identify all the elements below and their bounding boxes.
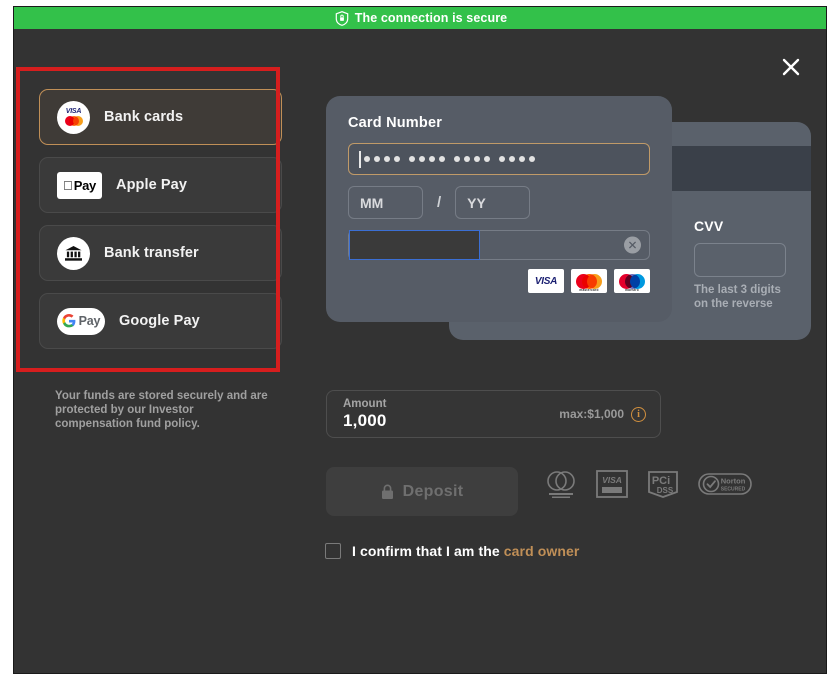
mastercard-securecode-badge: [544, 469, 578, 499]
confirm-checkbox[interactable]: [325, 543, 341, 559]
clear-field-icon[interactable]: [624, 236, 641, 254]
accepted-card-brands: VISA mastercard maestro: [348, 269, 650, 293]
cvv-hint-line1: The last 3 digits: [694, 284, 781, 296]
cvv-input[interactable]: [694, 243, 786, 277]
mastercard-brand-icon: mastercard: [571, 269, 607, 293]
secure-connection-banner: The connection is secure: [14, 7, 826, 29]
svg-text:DSS: DSS: [657, 486, 674, 495]
card-details-form: Card Number MM / YY VISA mastercard maes…: [326, 96, 672, 322]
cvv-hint: The last 3 digits on the reverse: [694, 284, 804, 311]
payment-method-bank-cards[interactable]: VISA Bank cards: [39, 89, 282, 145]
svg-text:Norton: Norton: [721, 477, 746, 486]
lock-icon: [381, 484, 393, 499]
deposit-button-label: Deposit: [402, 482, 464, 500]
payment-methods-list: VISA Bank cards Pay Apple Pay: [39, 89, 282, 361]
funds-security-note: Your funds are stored securely and are p…: [55, 390, 268, 430]
amount-field[interactable]: Amount 1,000 max:$1,000 i: [326, 390, 661, 438]
amount-label: Amount: [343, 397, 387, 410]
confirm-label: I confirm that I am the card owner: [352, 543, 579, 559]
cvv-hint-line2: on the reverse: [694, 297, 773, 310]
apple-pay-icon: Pay: [57, 171, 102, 199]
svg-text:SECURED: SECURED: [721, 487, 746, 493]
payment-method-google-pay[interactable]: Pay Google Pay: [39, 293, 282, 349]
payment-method-label: Apple Pay: [116, 177, 188, 193]
maestro-brand-icon: maestro: [614, 269, 650, 293]
security-badges: VISA PCi DSS Norton SECURED: [544, 469, 752, 499]
deposit-dialog: The connection is secure VISA Bank cards…: [13, 6, 827, 674]
card-expiry-row: MM / YY: [348, 186, 650, 219]
info-icon[interactable]: i: [631, 406, 646, 422]
svg-text:VISA: VISA: [602, 475, 622, 485]
confirm-text-plain: I confirm that I am the: [352, 543, 504, 559]
redacted-value-overlay: [349, 230, 480, 260]
visa-brand-icon: VISA: [528, 269, 564, 293]
visa-secure-badge: VISA: [596, 469, 628, 499]
expiry-year-input[interactable]: YY: [455, 186, 531, 219]
payment-method-label: Google Pay: [119, 313, 200, 329]
bank-building-icon: [57, 236, 90, 270]
card-owner-confirm-row: I confirm that I am the card owner: [325, 543, 579, 559]
norton-secured-badge: Norton SECURED: [698, 471, 752, 497]
card-number-mask: [363, 156, 535, 162]
payment-method-label: Bank transfer: [104, 245, 199, 261]
visa-mastercard-circle-icon: VISA: [57, 100, 90, 134]
payment-method-label: Bank cards: [104, 109, 184, 125]
card-number-label: Card Number: [348, 115, 443, 131]
screenshot-root: The connection is secure VISA Bank cards…: [0, 0, 832, 692]
payment-method-apple-pay[interactable]: Pay Apple Pay: [39, 157, 282, 213]
cvv-label: CVV: [694, 218, 724, 234]
expiry-month-input[interactable]: MM: [348, 186, 423, 219]
close-icon: [782, 58, 800, 76]
secure-banner-label: The connection is secure: [354, 11, 508, 25]
pci-dss-badge: PCi DSS: [646, 469, 680, 499]
payment-method-bank-transfer[interactable]: Bank transfer: [39, 225, 282, 281]
shield-lock-icon: [335, 10, 349, 26]
amount-value: 1,000: [343, 410, 387, 430]
card-owner-link[interactable]: card owner: [504, 543, 580, 559]
google-pay-icon: Pay: [57, 307, 105, 335]
text-caret: [359, 150, 361, 168]
deposit-button[interactable]: Deposit: [326, 467, 518, 516]
amount-max-label: max:$1,000: [559, 407, 624, 421]
cardholder-name-input[interactable]: [348, 230, 650, 260]
expiry-separator: /: [437, 194, 442, 211]
close-button[interactable]: [776, 52, 806, 82]
card-number-input[interactable]: [348, 143, 650, 175]
